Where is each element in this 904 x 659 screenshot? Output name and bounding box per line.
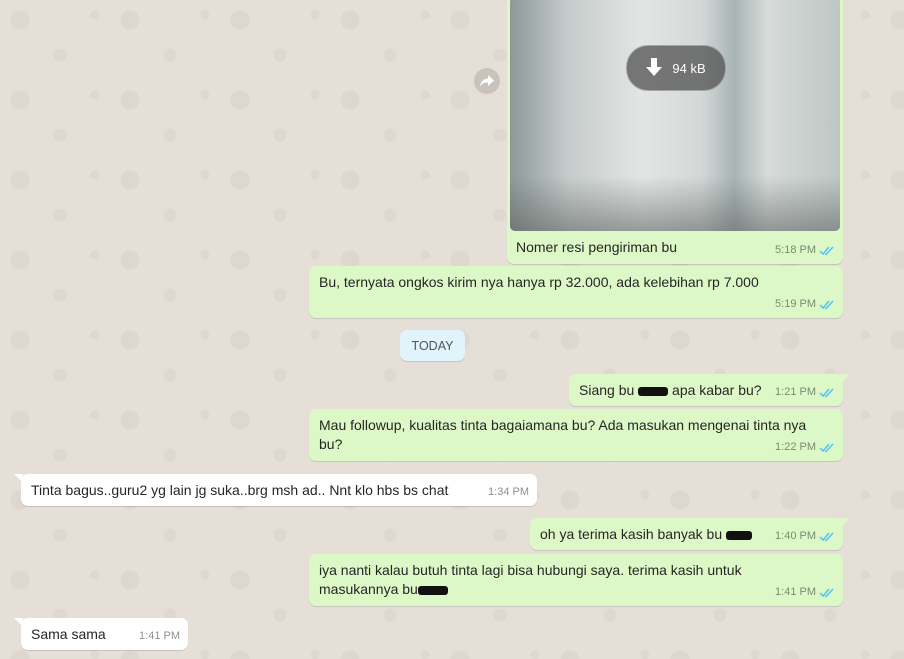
message-text: iya nanti kalau butuh tinta lagi bisa hu… [319,562,742,597]
redacted-name [726,530,752,540]
media-message[interactable]: 94 kB Nomer resi pengiriman bu 5:18 PM [507,0,843,264]
forward-button[interactable] [474,68,500,94]
double-check-icon [819,246,834,256]
media-caption: Nomer resi pengiriman bu [516,239,678,255]
message-meta: 5:18 PM [775,241,835,260]
message-time: 1:34 PM [488,486,529,498]
double-check-icon [819,388,834,398]
image-thumbnail[interactable]: 94 kB [510,0,840,231]
redacted-name [638,386,669,396]
incoming-message[interactable]: Sama sama 1:41 PM [14,618,188,650]
message-text: Tinta bagus..guru2 yg lain jg suka..brg … [31,482,449,498]
outgoing-message[interactable]: Siang bu apa kabar bu? 1:21 PM [569,374,850,406]
message-time: 5:19 PM [775,298,816,310]
message-text: Mau followup, kualitas tinta bagaiamana … [319,417,807,452]
message-meta: 1:22 PM [775,438,835,457]
message-time: 1:41 PM [139,630,180,642]
outgoing-message[interactable]: oh ya terima kasih banyak bu 1:40 PM [530,518,850,550]
double-check-icon [819,443,834,453]
forward-icon [480,75,494,87]
download-button[interactable]: 94 kB [626,45,726,91]
message-text: Sama sama [31,626,106,642]
message-text: Siang bu apa kabar bu? [579,382,762,398]
incoming-message[interactable]: Tinta bagus..guru2 yg lain jg suka..brg … [14,474,537,506]
message-text: Bu, ternyata ongkos kirim nya hanya rp 3… [319,274,759,290]
redacted-name [417,585,448,595]
outgoing-message[interactable]: Mau followup, kualitas tinta bagaiamana … [309,409,843,461]
message-time: 1:41 PM [775,586,816,598]
download-size: 94 kB [672,60,706,76]
day-divider-label: TODAY [411,338,454,353]
message-meta: 1:41 PM [775,583,835,602]
double-check-icon [819,588,834,598]
double-check-icon [819,532,834,542]
message-time: 1:22 PM [775,441,816,453]
message-time: 1:40 PM [775,530,816,542]
day-divider: TODAY [400,330,465,361]
message-meta: 1:40 PM [775,527,835,546]
message-time: 1:21 PM [775,386,816,398]
download-icon [646,58,663,76]
double-check-icon [819,300,834,310]
message-text: oh ya terima kasih banyak bu [540,525,752,544]
message-time: 5:18 PM [775,244,816,256]
message-meta: 5:19 PM [775,295,835,314]
outgoing-message[interactable]: Bu, ternyata ongkos kirim nya hanya rp 3… [309,266,843,318]
outgoing-message[interactable]: iya nanti kalau butuh tinta lagi bisa hu… [309,554,843,606]
message-meta: 1:21 PM [775,383,835,402]
